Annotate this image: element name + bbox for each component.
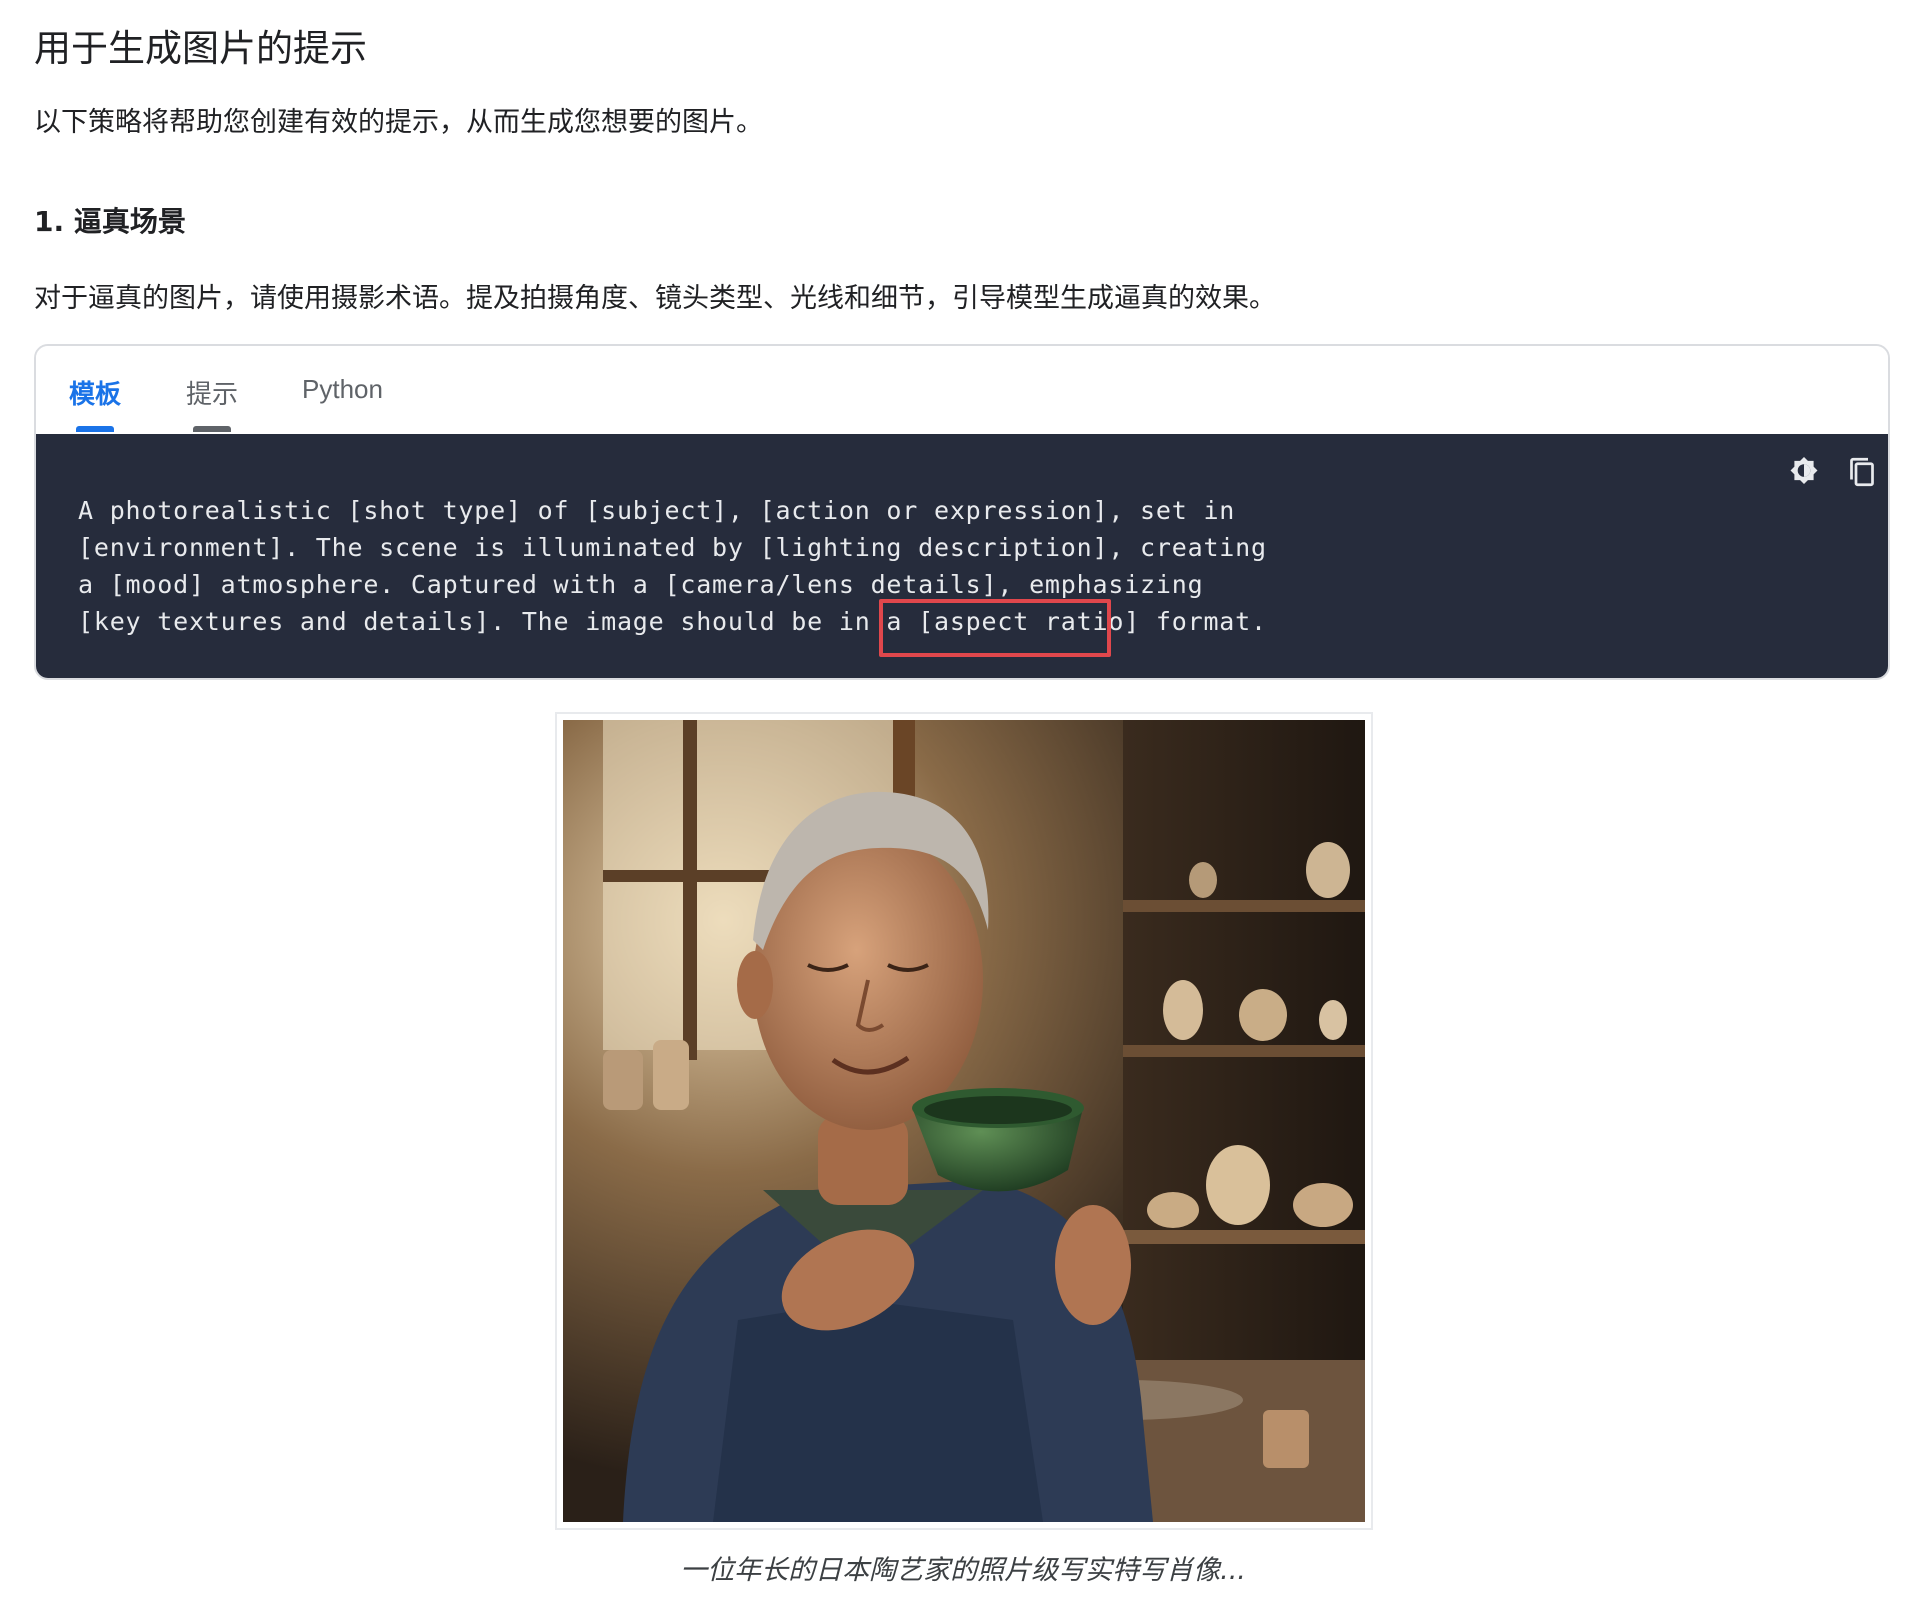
page-title: 用于生成图片的提示 (34, 27, 367, 70)
tab-indicator (193, 426, 231, 432)
aspect-ratio-highlight-box (879, 599, 1111, 657)
code-line: A photorealistic [shot type] of [subject… (78, 496, 1236, 525)
tab-bar: 模板 提示 Python (36, 346, 1888, 434)
figure-frame (555, 712, 1373, 1530)
section-heading: 1. 逼真场景 (34, 205, 186, 238)
brightness-icon[interactable] (1786, 454, 1822, 490)
section-paragraph: 对于逼真的图片，请使用摄影术语。提及拍摄角度、镜头类型、光线和细节，引导模型生成… (34, 283, 1276, 314)
potter-portrait-image (563, 720, 1365, 1522)
tab-python[interactable]: Python (302, 374, 383, 405)
copy-icon[interactable] (1844, 454, 1880, 490)
intro-paragraph: 以下策略将帮助您创建有效的提示，从而生成您想要的图片。 (34, 107, 763, 138)
code-line: a [mood] atmosphere. Captured with a [ca… (78, 570, 1204, 599)
tab-prompt[interactable]: 提示 (186, 374, 238, 411)
code-tabs-card: 模板 提示 Python A photorealistic [shot type… (34, 344, 1890, 680)
code-panel: A photorealistic [shot type] of [subject… (36, 434, 1888, 678)
code-line: [environment]. The scene is illuminated … (78, 533, 1267, 562)
figure-caption: 一位年长的日本陶艺家的照片级写实特写肖像... (680, 1555, 1246, 1586)
active-tab-indicator (76, 426, 114, 432)
tab-template[interactable]: 模板 (69, 374, 121, 411)
